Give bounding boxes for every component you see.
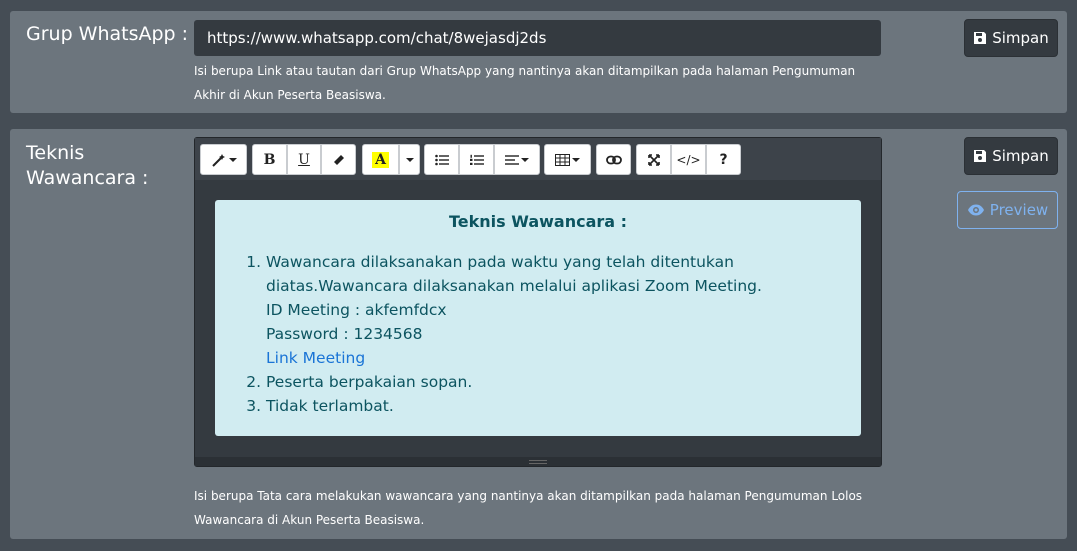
interview-label-line2: Wawancara : (26, 167, 149, 189)
whatsapp-url-input[interactable]: https://www.whatsapp.com/chat/8wejasdj2d… (194, 20, 881, 56)
underline-button[interactable]: U (287, 144, 321, 175)
meeting-id-text: ID Meeting : akfemfdcx (266, 301, 447, 319)
chevron-down-icon (572, 157, 580, 162)
meeting-link[interactable]: Link Meeting (266, 349, 365, 367)
item1-text: Wawancara dilaksanakan pada waktu yang t… (266, 253, 762, 295)
preview-button[interactable]: Preview (957, 191, 1058, 229)
ordered-list-button[interactable] (459, 144, 494, 175)
list-item: Peserta berpakaian sopan. (266, 370, 846, 394)
insert-link-button[interactable] (596, 144, 631, 175)
content-title: Teknis Wawancara : (448, 212, 628, 231)
editor-toolbar: B U A </> ? (195, 138, 881, 180)
align-left-icon (505, 154, 519, 165)
list-item: Wawancara dilaksanakan pada waktu yang t… (266, 250, 846, 370)
help-button[interactable]: ? (706, 144, 741, 175)
interview-save-button[interactable]: Simpan (964, 137, 1058, 175)
clear-format-button[interactable] (321, 144, 356, 175)
expand-icon (647, 153, 660, 166)
color-dropdown-button[interactable] (399, 144, 420, 175)
interview-label: Teknis Wawancara : (26, 141, 148, 191)
paragraph-align-button[interactable] (494, 144, 540, 175)
editor-content-area[interactable]: Teknis Wawancara : Wawancara dilaksanaka… (195, 180, 881, 458)
fullscreen-button[interactable] (636, 144, 671, 175)
interview-save-label: Simpan (992, 147, 1049, 165)
bullet-list-icon (434, 154, 449, 165)
table-icon (555, 153, 570, 166)
floppy-disk-icon (974, 32, 987, 44)
chevron-down-icon (228, 157, 237, 162)
info-alert-box: Teknis Wawancara : Wawancara dilaksanaka… (215, 200, 861, 436)
password-text: Password : 1234568 (266, 325, 423, 343)
eye-icon (967, 204, 984, 216)
highlight-letter: A (372, 151, 389, 168)
floppy-disk-icon (974, 150, 987, 162)
style-button[interactable] (200, 144, 247, 175)
interview-label-line1: Teknis (26, 142, 85, 164)
table-button[interactable] (544, 144, 591, 175)
list-item: Tidak terlambat. (266, 394, 846, 418)
rich-text-editor: B U A </> ? Teknis Wawancara: 1. Wawanc… (194, 137, 882, 467)
chevron-down-icon (405, 157, 414, 162)
editor-resize-bar[interactable] (195, 457, 881, 466)
magic-wand-icon (211, 153, 225, 167)
unordered-list-button[interactable] (424, 144, 459, 175)
link-icon (605, 155, 622, 164)
whatsapp-save-label: Simpan (992, 29, 1049, 47)
bold-button[interactable]: B (252, 144, 287, 175)
whatsapp-label: Grup WhatsApp : (26, 23, 189, 45)
interview-card: Teknis Wawancara : B U A </> ? Teknis Wa… (10, 129, 1067, 539)
steps-list: Wawancara dilaksanakan pada waktu yang t… (266, 250, 846, 418)
preview-label: Preview (989, 201, 1049, 219)
interview-help-text: Isi berupa Tata cara melakukan wawancara… (194, 489, 863, 527)
whatsapp-help-text: Isi berupa Link atau tautan dari Grup Wh… (194, 64, 856, 102)
whatsapp-save-button[interactable]: Simpan (964, 19, 1058, 57)
highlight-color-button[interactable]: A (362, 144, 399, 175)
code-view-button[interactable]: </> (671, 144, 706, 175)
numbered-list-icon (469, 154, 484, 165)
chevron-down-icon (521, 157, 529, 162)
whatsapp-card: Grup WhatsApp : https://www.whatsapp.com… (10, 11, 1067, 113)
eraser-icon (333, 154, 344, 165)
resize-grip-icon (529, 460, 547, 464)
